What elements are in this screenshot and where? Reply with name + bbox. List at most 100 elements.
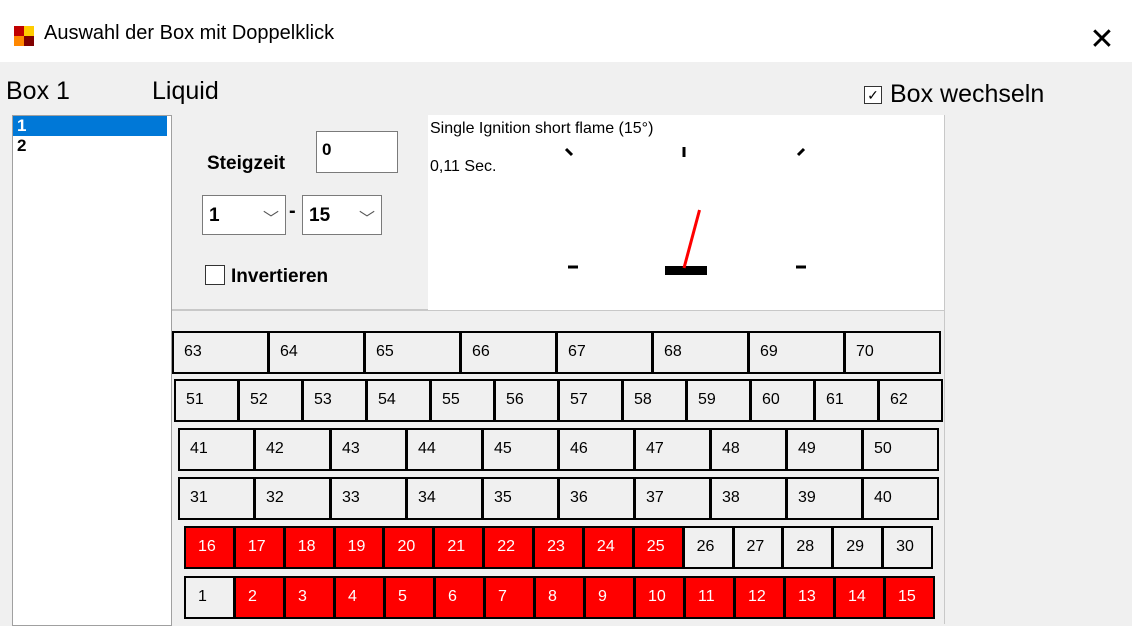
range-to-select[interactable]: 15 ﹀ (302, 195, 382, 235)
checkbox-checked-icon[interactable]: ✓ (864, 86, 882, 104)
right-panel (944, 115, 1132, 624)
cue-cell[interactable]: 43 (330, 428, 407, 471)
close-button[interactable]: ✕ (1072, 0, 1132, 62)
cue-cell[interactable]: 24 (582, 526, 634, 569)
chevron-down-icon: ﹀ (358, 211, 375, 228)
box-listbox[interactable]: 1 2 (12, 115, 172, 626)
cue-cell[interactable]: 45 (482, 428, 559, 471)
cue-cell[interactable]: 19 (333, 526, 385, 569)
cue-cell[interactable]: 31 (178, 477, 255, 520)
cue-cell[interactable]: 3 (284, 576, 335, 619)
box-type: Liquid (152, 77, 219, 105)
range-separator: - (289, 200, 296, 222)
cue-cell[interactable]: 40 (862, 477, 939, 520)
cue-cell[interactable]: 17 (233, 526, 285, 569)
title-bar: Auswahl der Box mit Doppelklick ✕ (0, 0, 1132, 62)
cue-cell[interactable]: 38 (710, 477, 787, 520)
cue-cell[interactable]: 36 (558, 477, 635, 520)
cue-cell[interactable]: 18 (283, 526, 335, 569)
cue-cell[interactable]: 54 (366, 379, 431, 422)
cue-cell[interactable]: 12 (734, 576, 785, 619)
cue-cell[interactable]: 56 (494, 379, 559, 422)
cue-cell[interactable]: 4 (334, 576, 385, 619)
cue-cell[interactable]: 9 (584, 576, 635, 619)
angle-gauge (564, 147, 806, 275)
chevron-down-icon: ﹀ (262, 211, 279, 228)
cue-cell[interactable]: 58 (622, 379, 687, 422)
cue-cell[interactable]: 6 (434, 576, 485, 619)
cue-cell[interactable]: 55 (430, 379, 495, 422)
cue-cell[interactable]: 47 (634, 428, 711, 471)
checkbox-unchecked-icon[interactable] (205, 265, 225, 285)
cue-cell[interactable]: 23 (533, 526, 584, 569)
cue-cell[interactable]: 44 (406, 428, 483, 471)
rise-time-label: Steigzeit (207, 153, 286, 174)
box-switch-label: Box wechseln (890, 80, 1045, 108)
cue-cell[interactable]: 32 (254, 477, 331, 520)
cue-cell[interactable]: 35 (482, 477, 559, 520)
cue-cell[interactable]: 21 (433, 526, 485, 569)
cue-cell[interactable]: 51 (174, 379, 239, 422)
window-title: Auswahl der Box mit Doppelklick (44, 22, 335, 44)
cue-cell[interactable]: 66 (460, 331, 557, 374)
cue-cell[interactable]: 57 (558, 379, 623, 422)
box-switch-checkbox[interactable]: ✓ Box wechseln (864, 80, 1044, 109)
cue-cell[interactable]: 65 (364, 331, 461, 374)
cue-cell[interactable]: 41 (178, 428, 255, 471)
cue-cell[interactable]: 52 (238, 379, 303, 422)
cue-cell[interactable]: 49 (786, 428, 863, 471)
cue-cell[interactable]: 27 (732, 526, 784, 569)
cue-cell[interactable]: 70 (844, 331, 941, 374)
cue-cell[interactable]: 46 (558, 428, 635, 471)
cue-cell[interactable]: 13 (784, 576, 835, 619)
cue-cell[interactable]: 48 (710, 428, 787, 471)
cue-cell[interactable]: 10 (634, 576, 685, 619)
cue-cell[interactable]: 29 (832, 526, 884, 569)
range-from-value: 1 (209, 205, 220, 226)
cue-cell[interactable]: 14 (834, 576, 885, 619)
effect-duration: 0,11 Sec. (430, 158, 497, 175)
cue-cell[interactable]: 28 (782, 526, 834, 569)
cue-cell[interactable]: 5 (384, 576, 435, 619)
cue-cell[interactable]: 8 (534, 576, 585, 619)
cue-cell[interactable]: 16 (184, 526, 235, 569)
cue-cell[interactable]: 34 (406, 477, 483, 520)
cue-cell[interactable]: 11 (684, 576, 735, 619)
cue-cell[interactable]: 37 (634, 477, 711, 520)
cue-cell[interactable]: 68 (652, 331, 749, 374)
cue-cell[interactable]: 33 (330, 477, 407, 520)
cue-cell[interactable]: 61 (814, 379, 879, 422)
cue-cell[interactable]: 25 (632, 526, 684, 569)
cue-cell[interactable]: 59 (686, 379, 751, 422)
cue-cell[interactable]: 20 (383, 526, 435, 569)
cue-cell[interactable]: 53 (302, 379, 367, 422)
cue-cell[interactable]: 15 (884, 576, 935, 619)
cue-grid: 63 64 65 66 67 68 69 70 51 52 53 54 55 56 57 58 59 60 61 62… (172, 310, 944, 625)
gauge-needle (682, 209, 701, 269)
cue-cell[interactable]: 2 (234, 576, 285, 619)
close-icon: ✕ (1089, 23, 1115, 56)
cue-cell[interactable]: 30 (882, 526, 933, 569)
invert-checkbox[interactable]: Invertieren (205, 265, 328, 288)
cue-cell[interactable]: 7 (484, 576, 535, 619)
range-to-value: 15 (309, 205, 331, 226)
gauge-tick (564, 147, 574, 157)
gauge-tick (796, 147, 806, 157)
cue-cell[interactable]: 22 (483, 526, 535, 569)
cue-cell[interactable]: 60 (750, 379, 815, 422)
cue-cell[interactable]: 62 (878, 379, 943, 422)
cue-cell[interactable]: 39 (786, 477, 863, 520)
cue-cell[interactable]: 42 (254, 428, 331, 471)
cue-cell[interactable]: 69 (748, 331, 845, 374)
gauge-base (665, 266, 707, 275)
cue-cell[interactable]: 50 (862, 428, 939, 471)
rise-time-input[interactable]: 0 (316, 131, 398, 173)
cue-cell[interactable]: 26 (682, 526, 734, 569)
range-from-select[interactable]: 1 ﹀ (202, 195, 286, 235)
cue-cell[interactable]: 63 (172, 331, 269, 374)
cue-cell[interactable]: 67 (556, 331, 653, 374)
list-item[interactable]: 2 (13, 136, 167, 156)
cue-cell[interactable]: 64 (268, 331, 365, 374)
list-item[interactable]: 1 (13, 116, 167, 136)
cue-cell[interactable]: 1 (184, 576, 235, 619)
